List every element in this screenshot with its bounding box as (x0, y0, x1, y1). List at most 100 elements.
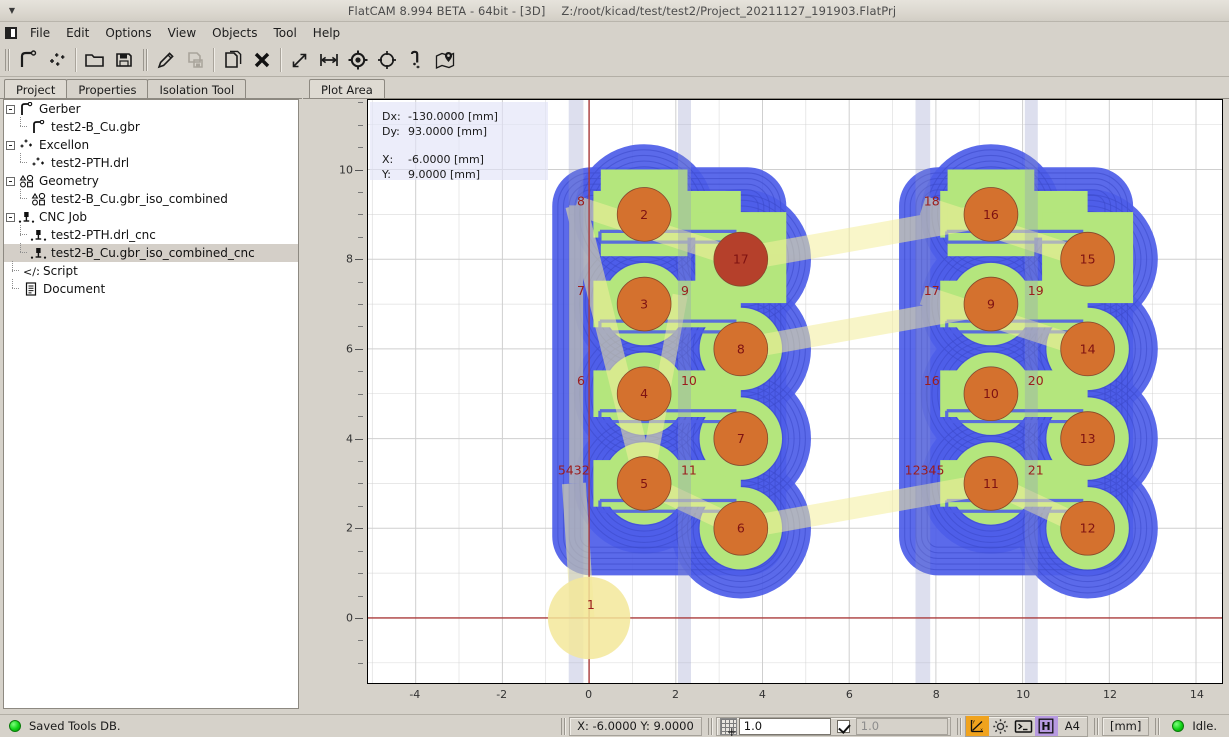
geometry-icon (29, 190, 48, 208)
tree-label: CNC Job (39, 210, 88, 224)
geometry-icon (17, 172, 36, 190)
tree-item-cnc-job[interactable]: CNC Job (4, 208, 298, 226)
tab-plot-area[interactable]: Plot Area (309, 79, 385, 99)
svg-text:10: 10 (681, 373, 697, 388)
x-axis-tick-label: -2 (496, 688, 508, 701)
pcb-plot-canvas[interactable]: 2 17 3 8 4 7 5 6 16 15 9 14 10 13 11 12 8 7 9 6 10 11 5432 1 18 1… (367, 99, 1223, 684)
grid-y-input[interactable]: 1.0 (855, 717, 948, 735)
window-title-path: Z:/root/kicad/test/test2/Project_2021112… (561, 3, 897, 18)
project-tree[interactable]: Gerber test2-B_Cu.gbr Excellon test2-PTH… (3, 99, 299, 709)
left-panel-tabs: Project Properties Isolation Tool (0, 77, 302, 99)
expander-geometry[interactable] (4, 172, 17, 190)
svg-text:12345: 12345 (905, 462, 945, 477)
flatcam-window: ▼ FlatCAM 8.994 BETA - 64bit - [3D] Z:/ro… (0, 0, 1229, 737)
delete-cross-icon[interactable] (247, 47, 276, 74)
tree-item-test2-b-cu-gbr[interactable]: test2-B_Cu.gbr (4, 117, 298, 136)
set-origin-icon[interactable] (343, 47, 372, 74)
tree-item-test2-pth-drl-cnc[interactable]: test2-PTH.drl_cnc (4, 225, 298, 244)
svg-text:y: y (973, 720, 976, 725)
menu-item-tool[interactable]: Tool (265, 23, 304, 43)
tree-label: test2-PTH.drl (51, 156, 130, 170)
y-axis-minor-tick (358, 147, 363, 149)
title-bar: ▼ FlatCAM 8.994 BETA - 64bit - [3D] Z:/ro… (0, 0, 1229, 22)
expander-gerber[interactable] (4, 100, 17, 118)
statusbar-grip-4[interactable] (1092, 717, 1100, 736)
paper-size-label[interactable]: A4 (1058, 719, 1087, 733)
terminal-icon[interactable] (1012, 716, 1035, 736)
grid-controls: 1.0 1.0 (715, 716, 951, 737)
x-axis-tick-label: -4 (409, 688, 421, 701)
tree-connector (16, 189, 29, 208)
gear-icon[interactable] (989, 716, 1012, 736)
statusbar-grip-3[interactable] (955, 717, 963, 736)
save-floppy-icon[interactable] (109, 47, 138, 74)
jump-to-icon[interactable] (401, 47, 430, 74)
move-to-origin-icon[interactable] (372, 47, 401, 74)
x-axis-tick-label: 10 (1016, 688, 1031, 701)
menu-item-objects[interactable]: Objects (204, 23, 265, 43)
grid-link-checkbox[interactable] (836, 719, 850, 733)
tab-properties[interactable]: Properties (66, 79, 149, 99)
tree-item-test2-b-cu-gbr-iso-combined-cnc[interactable]: test2-B_Cu.gbr_iso_combined_cnc (4, 243, 298, 262)
svg-text:14: 14 (1080, 341, 1096, 356)
tree-label: Geometry (39, 174, 99, 188)
tree-label: test2-B_Cu.gbr_iso_combined_cnc (51, 246, 255, 260)
expander-excellon[interactable] (4, 136, 17, 154)
menu-item-file[interactable]: File (22, 23, 58, 43)
menu-item-view[interactable]: View (160, 23, 204, 43)
snap-grid-icon[interactable] (719, 717, 737, 737)
tree-item-script[interactable]: </> Script (4, 261, 298, 280)
save-object-icon[interactable] (180, 47, 209, 74)
locate-in-object-icon[interactable] (430, 47, 459, 74)
toolbar-grip-2[interactable] (141, 47, 149, 73)
tree-item-test2-b-cu-gbr-iso-combined[interactable]: test2-B_Cu.gbr_iso_combined (4, 189, 298, 208)
tree-item-excellon[interactable]: Excellon (4, 136, 298, 154)
expander-cnc-job[interactable] (4, 208, 17, 226)
gerber-icon (29, 118, 48, 136)
indent (4, 226, 16, 244)
tab-isolation-tool[interactable]: Isolation Tool (147, 79, 247, 99)
edit-pencil-icon[interactable] (151, 47, 180, 74)
plot-panel: Plot Area 0 2 4 6 8 10 -4 -2 0 2 4 6 8 10 12 14 2 17 3 8 4… (303, 77, 1229, 714)
excellon-icon (17, 136, 36, 154)
tree-item-test2-pth-drl[interactable]: test2-PTH.drl (4, 153, 298, 172)
toolbar-separator-2 (213, 48, 214, 72)
copy-object-icon[interactable] (218, 47, 247, 74)
application-menu-icon[interactable]: ▼ (3, 2, 21, 20)
tree-item-document[interactable]: Document (4, 279, 298, 298)
y-axis-minor-tick (358, 573, 363, 575)
cncjob-icon (29, 244, 48, 262)
svg-text:11: 11 (681, 462, 697, 477)
y-axis-tick-mark (355, 438, 363, 440)
hud-H-icon[interactable]: H (1034, 716, 1058, 736)
y-axis-minor-tick (358, 416, 363, 418)
svg-text:16: 16 (924, 373, 940, 388)
menu-item-help[interactable]: Help (305, 23, 348, 43)
distance-min-icon[interactable] (314, 47, 343, 74)
x-axis-tick-label: 12 (1103, 688, 1118, 701)
y-axis-minor-tick (358, 461, 363, 462)
grid-x-input[interactable]: 1.0 (738, 717, 831, 735)
tab-project[interactable]: Project (4, 79, 68, 99)
axis-icon[interactable]: y x (965, 716, 989, 736)
tree-item-gerber[interactable]: Gerber (4, 100, 298, 118)
svg-text:10: 10 (983, 386, 999, 401)
menu-item-options[interactable]: Options (97, 23, 159, 43)
svg-text:H: H (1042, 720, 1051, 733)
toolbar-grip-1[interactable] (3, 47, 11, 73)
new-excellon-icon[interactable] (42, 47, 71, 74)
menu-item-edit[interactable]: Edit (58, 23, 97, 43)
open-folder-icon[interactable] (80, 47, 109, 74)
new-gerber-icon[interactable] (13, 47, 42, 74)
statusbar-grip-1[interactable] (559, 717, 567, 736)
corner-panel-icon[interactable] (0, 22, 22, 44)
gerber-icon (17, 100, 36, 118)
units-label[interactable]: [mm] (1101, 716, 1150, 736)
y-axis-tick-label: 4 (346, 432, 353, 446)
statusbar-grip-5[interactable] (1153, 717, 1161, 736)
statusbar-grip-2[interactable] (706, 717, 714, 736)
y-axis-minor-tick (358, 281, 363, 283)
y-axis-minor-tick (358, 191, 363, 193)
distance-diagonal-icon[interactable] (285, 47, 314, 74)
tree-item-geometry[interactable]: Geometry (4, 172, 298, 190)
